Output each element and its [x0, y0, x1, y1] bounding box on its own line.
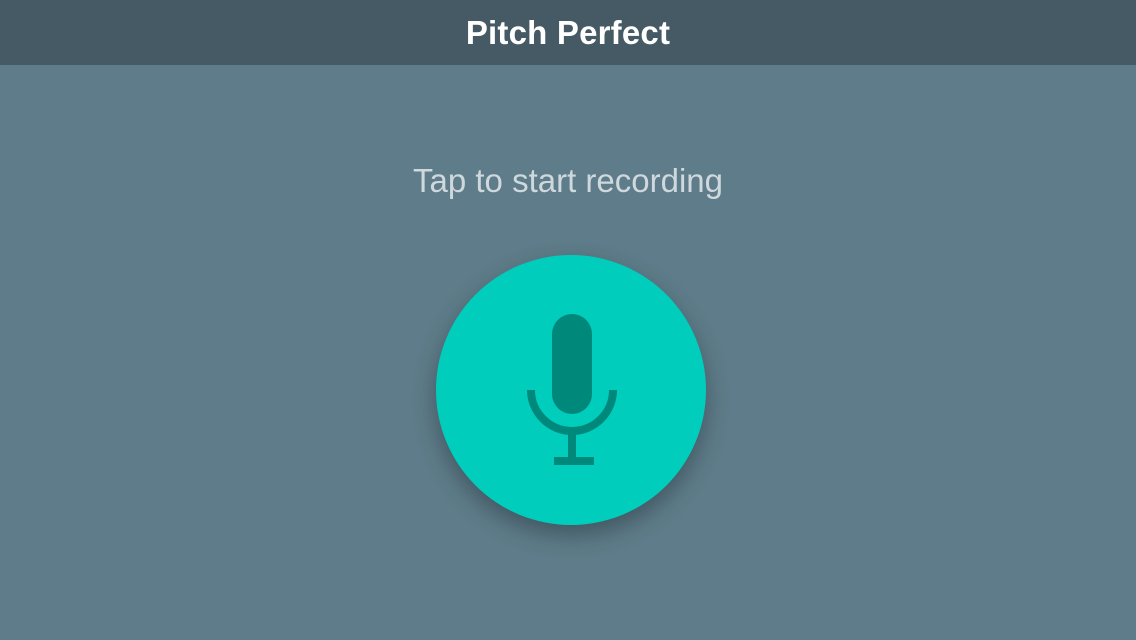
recording-prompt-label: Tap to start recording	[413, 162, 723, 199]
navigation-bar: Pitch Perfect	[0, 0, 1136, 65]
nav-title: Pitch Perfect	[465, 13, 671, 51]
record-button[interactable]	[436, 255, 706, 525]
microphone-icon	[527, 314, 617, 465]
recording-screen: Pitch Perfect Tap to start recording	[0, 0, 1136, 640]
